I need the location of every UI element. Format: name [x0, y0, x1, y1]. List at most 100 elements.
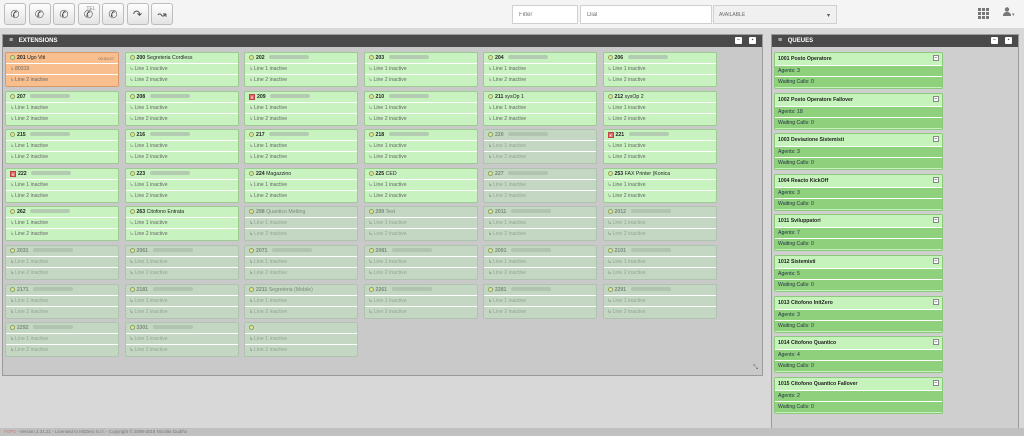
- collapse-icon[interactable]: −: [933, 95, 939, 102]
- collapse-icon[interactable]: −: [933, 136, 939, 143]
- dial-input[interactable]: [580, 5, 712, 24]
- lock-icon[interactable]: ▪: [749, 37, 756, 44]
- extension-card[interactable]: 2281 ↳Line 1 inactive ↳Line 2 inactive: [483, 283, 597, 319]
- queue-card[interactable]: 1003 Deviazione Sistemisti − Agents: 3 Wait…: [774, 133, 943, 171]
- phone-conference-button[interactable]: ✆: [53, 3, 75, 25]
- collapse-icon[interactable]: −: [933, 55, 939, 61]
- queue-card[interactable]: 1013 Citofono InitZero − Agents: 3 Waiting …: [774, 295, 943, 333]
- extension-card[interactable]: 206 ↳Line 1 inactive ↳Line 2 inactive: [602, 52, 717, 87]
- menu-icon[interactable]: ≡: [778, 37, 782, 44]
- extension-card[interactable]: 225 CED ↳Line 1 inactive ↳Line 2 inactive: [363, 167, 478, 203]
- phone-park-button[interactable]: ✆: [102, 3, 124, 25]
- queue-card[interactable]: 1015 Citofono Quantico Fallover − Agents: …: [774, 376, 943, 414]
- phone-hold-button[interactable]: ✆ TEL: [77, 3, 100, 25]
- extension-card[interactable]: 299 Test ↳Line 1 inactive ↳Line 2 inactive: [363, 206, 478, 242]
- phone-forward-button[interactable]: ↝: [151, 3, 173, 25]
- queue-card[interactable]: 1014 Citofono Quantico − Agents: 4 Waiting …: [774, 336, 943, 374]
- extension-card[interactable]: 2012 ↳Line 1 inactive ↳Line 2 inactive: [602, 206, 717, 242]
- line-2: ↳Line 2 inactive: [604, 75, 716, 86]
- extension-card[interactable]: 224 Magazzino ↳Line 1 inactive ↳Line 2 ina…: [244, 167, 358, 203]
- extension-card[interactable]: 203 ↳Line 1 inactive ↳Line 2 inactive: [363, 52, 478, 87]
- queue-agents: Agents: 3: [775, 308, 942, 320]
- extension-card[interactable]: ✕ 221 ↳Line 1 inactive ↳Line 2 inactive: [602, 129, 717, 165]
- menu-icon[interactable]: ≡: [9, 37, 13, 44]
- collapse-icon[interactable]: −: [933, 217, 939, 224]
- extension-card[interactable]: 2181 ↳Line 1 inactive ↳Line 2 inactive: [124, 283, 239, 319]
- queue-card[interactable]: 1004 Reacto KickOff − Agents: 3 Waiting Cal…: [774, 173, 943, 211]
- extension-card[interactable]: 2071 ↳Line 1 inactive ↳Line 2 inactive: [244, 245, 358, 280]
- collapse-icon[interactable]: −: [933, 339, 939, 346]
- collapse-icon[interactable]: −: [933, 258, 939, 264]
- phone-redirect-button[interactable]: ↷: [126, 3, 149, 25]
- line-1: ↳Line 1 inactive: [484, 103, 596, 114]
- extension-card[interactable]: 215 ↳Line 1 inactive ↳Line 2 inactive: [5, 129, 119, 165]
- lock-icon[interactable]: ▪: [1005, 37, 1012, 44]
- extension-card[interactable]: 263 Citofono Entrata ↳Line 1 inactive ↳Lin…: [124, 206, 239, 242]
- user-menu-icon[interactable]: ▾: [1003, 7, 1015, 19]
- extension-card[interactable]: 2091 ↳Line 1 inactive ↳Line 2 inactive: [483, 245, 597, 280]
- queue-card[interactable]: 1002 Posto Operatore Fallover − Agents: 18…: [774, 92, 943, 130]
- extension-card[interactable]: 262 ↳Line 1 inactive ↳Line 2 inactive: [5, 206, 119, 242]
- collapse-icon[interactable]: −: [735, 37, 742, 44]
- extension-card[interactable]: ✕ 222 ↳Line 1 inactive ↳Line 2 inactive: [5, 167, 119, 203]
- extension-card[interactable]: 212 sysOp 2 ↳Line 1 inactive ↳Line 2 inact…: [602, 90, 717, 126]
- collapse-icon[interactable]: −: [933, 176, 939, 183]
- extension-header: 2281: [484, 285, 596, 296]
- line-2-status: Line 2 inactive: [493, 154, 527, 161]
- extension-card[interactable]: 210 ↳Line 1 inactive ↳Line 2 inactive: [363, 90, 478, 126]
- line-1: ↳Line 1 inactive: [125, 180, 238, 191]
- extension-card[interactable]: 202 ↳Line 1 inactive ↳Line 2 inactive: [244, 52, 358, 87]
- extension-card[interactable]: 220 ↳Line 1 inactive ↳Line 2 inactive: [483, 129, 597, 165]
- resize-handle-icon[interactable]: ⤡: [753, 365, 758, 372]
- extension-card[interactable]: 2211 Segreteria (Mobile) ↳Line 1 inactive…: [244, 283, 358, 319]
- extension-card[interactable]: 298 Quantico Metting ↳Line 1 inactive ↳Lin…: [244, 206, 358, 242]
- extension-card[interactable]: 253 FAX Printer (Konica ↳Line 1 inactive ↳…: [602, 167, 717, 203]
- extension-card[interactable]: 201 Ugo Viti 00:03:27 ↳80315 ↳Line 2 inacti…: [5, 52, 119, 87]
- extension-card[interactable]: 2292 ↳Line 1 inactive ↳Line 2 inactive: [5, 322, 119, 358]
- collapse-icon[interactable]: −: [933, 298, 939, 305]
- line-1-status: Line 1 inactive: [254, 336, 288, 343]
- extension-card[interactable]: 223 ↳Line 1 inactive ↳Line 2 inactive: [124, 167, 239, 203]
- extension-card[interactable]: 2101 ↳Line 1 inactive ↳Line 2 inactive: [602, 245, 717, 280]
- extension-card[interactable]: 216 ↳Line 1 inactive ↳Line 2 inactive: [124, 129, 239, 165]
- collapse-icon[interactable]: −: [991, 37, 998, 44]
- extension-card[interactable]: 3301 ↳Line 1 inactive ↳Line 2 inactive: [124, 322, 239, 358]
- extension-card[interactable]: 2261 ↳Line 1 inactive ↳Line 2 inactive: [363, 283, 478, 319]
- extension-card[interactable]: 2081 ↳Line 1 inactive ↳Line 2 inactive: [363, 245, 478, 280]
- extension-card[interactable]: 2011 ↳Line 1 inactive ↳Line 2 inactive: [483, 206, 597, 242]
- line-2: ↳Line 2 inactive: [365, 114, 477, 125]
- extension-card[interactable]: 200 Segreteria Cordless ↳Line 1 inactive ↳…: [124, 52, 239, 87]
- line-2-status: Line 2 inactive: [15, 270, 49, 276]
- collapse-icon[interactable]: −: [933, 379, 939, 386]
- phone-transfer-button[interactable]: ✆: [28, 3, 51, 25]
- line-1: ↳Line 1 inactive: [364, 64, 477, 75]
- extension-card[interactable]: 204 ↳Line 1 inactive ↳Line 2 inactive: [483, 52, 597, 87]
- status-icon: [368, 286, 374, 292]
- extension-number: 209: [257, 93, 266, 100]
- queue-card[interactable]: 1012 Sistemisti − Agents: 5 Waiting Calls: …: [774, 255, 943, 292]
- line-1: ↳Line 1 inactive: [364, 257, 477, 268]
- queue-card[interactable]: 1001 Posto Operatore − Agents: 3 Waiting Ca…: [774, 52, 943, 89]
- extension-card[interactable]: 211 sysOp 1 ↳Line 1 inactive ↳Line 2 inact…: [483, 90, 597, 126]
- extension-card[interactable]: 2171 ↳Line 1 inactive ↳Line 2 inactive: [5, 283, 119, 319]
- extension-card[interactable]: 2061 ↳Line 1 inactive ↳Line 2 inactive: [124, 245, 239, 280]
- queue-agents: Agents: 18: [775, 105, 942, 117]
- apps-grid-icon[interactable]: [978, 8, 989, 19]
- extension-card[interactable]: 217 ↳Line 1 inactive ↳Line 2 inactive: [244, 129, 358, 165]
- queue-name: 1013 Citofono InitZero: [778, 299, 833, 306]
- extension-card[interactable]: 2031 ↳Line 1 inactive ↳Line 2 inactive: [5, 245, 119, 280]
- queue-card[interactable]: 1011 Sviluppatori − Agents: 7 Waiting Calls…: [774, 214, 943, 252]
- filter-input[interactable]: [512, 5, 578, 24]
- extension-card[interactable]: 218 ↳Line 1 inactive ↳Line 2 inactive: [363, 129, 478, 165]
- extension-card[interactable]: 207 ↳Line 1 inactive ↳Line 2 inactive: [5, 90, 119, 126]
- presence-select[interactable]: AVAILABLE ▾: [713, 5, 837, 24]
- extension-card[interactable]: 2291 ↳Line 1 inactive ↳Line 2 inactive: [602, 283, 717, 319]
- status-icon: [249, 248, 254, 253]
- extension-card[interactable]: 227 ↳Line 1 inactive ↳Line 2 inactive: [483, 167, 597, 203]
- extension-card[interactable]: ↳Line 1 inactive ↳Line 2 inactive: [244, 322, 358, 358]
- extension-card[interactable]: 208 ↳Line 1 inactive ↳Line 2 inactive: [124, 90, 239, 126]
- phone-button[interactable]: ✆: [4, 3, 26, 25]
- status-icon: [129, 286, 135, 292]
- status-icon: [249, 170, 254, 176]
- extension-card[interactable]: ✕ 209 ↳Line 1 inactive ↳Line 2 inactive: [244, 90, 358, 126]
